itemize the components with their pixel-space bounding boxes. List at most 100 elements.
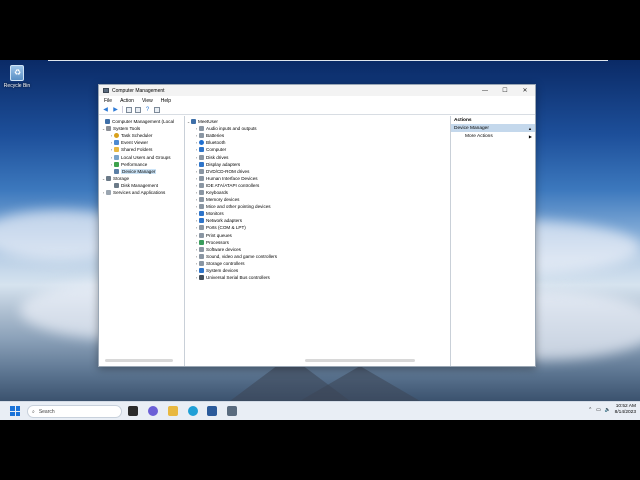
help-icon[interactable]: ? (144, 106, 151, 113)
device-category-icon (199, 253, 204, 259)
device-category[interactable]: › Batteries (185, 132, 450, 139)
back-arrow-icon[interactable]: ◀ (102, 106, 109, 113)
display-icon[interactable]: ▭ (596, 408, 601, 413)
recycle-bin[interactable]: Recycle Bin (2, 65, 32, 89)
window-title: Computer Management (112, 87, 165, 94)
device-category-icon (199, 133, 204, 139)
device-category[interactable]: › Sound, video and game controllers (185, 253, 450, 260)
device-category[interactable]: › Print queues (185, 232, 450, 239)
properties-icon[interactable] (135, 106, 141, 113)
tree-item-system-tools[interactable]: ⌄ System Tools (99, 125, 184, 132)
device-manager-icon (114, 168, 119, 174)
volume-icon[interactable]: 🔈 (605, 408, 611, 413)
close-button[interactable]: ✕ (515, 85, 535, 96)
device-category-label: Memory devices (206, 197, 240, 203)
device-list-scrollbar[interactable] (305, 359, 415, 362)
letterbox-bottom (0, 420, 640, 480)
device-category[interactable]: › Storage controllers (185, 260, 450, 267)
menu-view[interactable]: View (142, 98, 153, 104)
tree-item-device-manager[interactable]: Device Manager (99, 168, 184, 175)
task-view-icon[interactable] (128, 406, 138, 416)
store-icon[interactable] (207, 406, 217, 416)
maximize-button[interactable]: ☐ (495, 85, 515, 96)
clock[interactable]: 10:52 AM 8/14/2023 (615, 404, 636, 416)
tree-item-task-scheduler[interactable]: › Task Scheduler (99, 132, 184, 139)
performance-icon (114, 161, 119, 167)
device-category[interactable]: › Computer (185, 146, 450, 153)
tree-item-shared-folders[interactable]: › Shared Folders (99, 146, 184, 153)
collapse-icon[interactable]: ▲ (528, 126, 532, 131)
console-tree: Computer Management (Local ⌄ System Tools… (99, 116, 185, 366)
start-button[interactable] (10, 406, 20, 416)
device-category[interactable]: › Mice and other pointing devices (185, 203, 450, 210)
menu-help[interactable]: Help (161, 98, 171, 104)
tree-item-disk-management[interactable]: Disk Management (99, 182, 184, 189)
tree-item-services-apps[interactable]: › Services and Applications (99, 189, 184, 196)
device-category[interactable]: › Keyboards (185, 189, 450, 196)
device-category[interactable]: › Processors (185, 239, 450, 246)
device-root[interactable]: ⌄ MeetUser (185, 118, 450, 125)
device-category-label: Disk drives (206, 154, 229, 160)
device-category-label: Software devices (206, 246, 241, 252)
device-category-label: Computer (206, 147, 227, 153)
more-actions[interactable]: More Actions ▶ (451, 132, 535, 141)
log-icon (114, 140, 119, 146)
minimize-button[interactable]: — (475, 85, 495, 96)
device-category[interactable]: › DVD/CD-ROM drives (185, 168, 450, 175)
device-category-label: Monitors (206, 211, 224, 217)
tree-item-local-users[interactable]: › Local Users and Groups (99, 153, 184, 160)
services-icon (106, 189, 111, 195)
edge-icon[interactable] (188, 406, 198, 416)
device-category-icon (199, 189, 204, 195)
device-category-icon (199, 246, 204, 252)
device-category[interactable]: › Audio inputs and outputs (185, 125, 450, 132)
show-hide-tree-icon[interactable] (126, 106, 132, 113)
device-category[interactable]: › Human Interface Devices (185, 175, 450, 182)
desktop: Recycle Bin Computer Management — ☐ ✕ Fi… (0, 60, 640, 401)
device-category[interactable]: › Display adapters (185, 161, 450, 168)
computer-management-window[interactable]: Computer Management — ☐ ✕ File Action Vi… (98, 84, 536, 367)
date: 8/14/2023 (614, 410, 636, 415)
tree-item-event-viewer[interactable]: › Event Viewer (99, 139, 184, 146)
title-bar[interactable]: Computer Management — ☐ ✕ (99, 85, 535, 96)
letterbox-top (0, 0, 640, 60)
tree-item-performance[interactable]: › Performance (99, 161, 184, 168)
chevron-right-icon: ▶ (528, 134, 532, 139)
search-box[interactable]: ⌕ Search (27, 405, 122, 418)
device-category[interactable]: › Monitors (185, 210, 450, 217)
clock-icon (114, 133, 119, 139)
computer-icon (191, 119, 196, 125)
chat-icon[interactable] (148, 406, 158, 416)
tree-scrollbar[interactable] (105, 359, 173, 362)
device-category-icon (199, 275, 204, 281)
computer-management-taskbar-icon[interactable] (227, 406, 237, 416)
file-explorer-icon[interactable] (168, 406, 178, 416)
device-category-label: Universal Serial Bus controllers (206, 275, 270, 281)
device-category-label: Mice and other pointing devices (206, 204, 271, 210)
tree-item-storage[interactable]: ⌄ Storage (99, 175, 184, 182)
device-category-label: Print queues (206, 232, 232, 238)
device-category-label: Sound, video and game controllers (206, 253, 277, 259)
actions-section-device-manager[interactable]: Device Manager ▲ (451, 124, 535, 132)
device-category[interactable]: › Disk drives (185, 153, 450, 160)
actions-pane: Actions Device Manager ▲ More Actions ▶ (451, 116, 535, 366)
device-category-icon (199, 260, 204, 266)
scan-hardware-icon[interactable] (154, 106, 160, 113)
device-category[interactable]: › Memory devices (185, 196, 450, 203)
device-category-label: Processors (206, 239, 229, 245)
device-category[interactable]: › System devices (185, 267, 450, 274)
device-category[interactable]: › Bluetooth (185, 139, 450, 146)
device-category[interactable]: › Network adapters (185, 217, 450, 224)
forward-arrow-icon[interactable]: ▶ (112, 106, 119, 113)
menu-action[interactable]: Action (120, 98, 134, 104)
device-category[interactable]: › Ports (COM & LPT) (185, 224, 450, 231)
menu-file[interactable]: File (104, 98, 112, 104)
chevron-up-icon[interactable]: ⌃ (588, 408, 592, 413)
users-icon (114, 154, 119, 160)
device-category[interactable]: › Universal Serial Bus controllers (185, 274, 450, 281)
device-category[interactable]: › Software devices (185, 246, 450, 253)
storage-icon (106, 175, 111, 181)
disk-icon (114, 182, 119, 188)
tree-item-root[interactable]: Computer Management (Local (99, 118, 184, 125)
device-category[interactable]: › IDE ATA/ATAPI controllers (185, 182, 450, 189)
